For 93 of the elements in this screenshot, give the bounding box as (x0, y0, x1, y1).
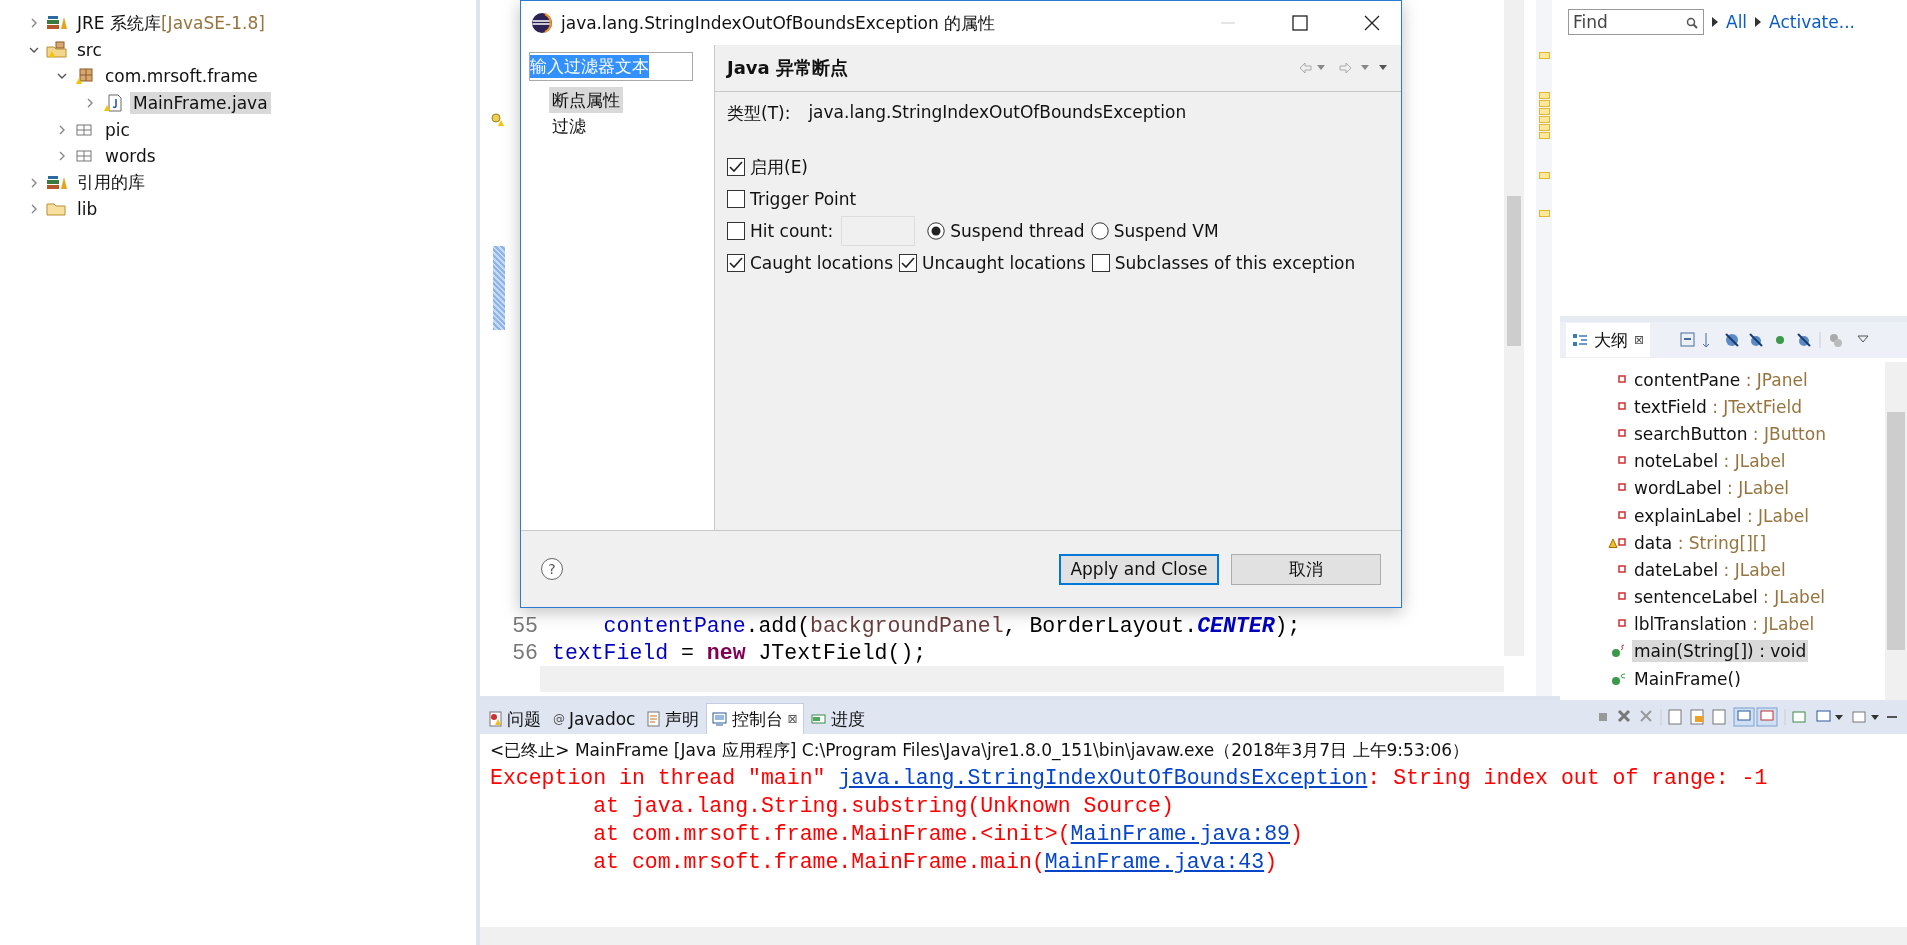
at-sign-icon: @ (553, 712, 565, 726)
outline-item[interactable]: wordLabel : JLabel (1632, 477, 1792, 500)
books-icon (46, 173, 68, 192)
page-item[interactable]: 过滤 (549, 113, 589, 139)
method-icon (1612, 644, 1626, 659)
dialog-button[interactable]: 取消 (1231, 553, 1381, 585)
type-label: 类型(T): (727, 102, 791, 125)
checkbox-label[interactable]: Caught locations (750, 253, 893, 273)
line-number: 55 (511, 613, 539, 638)
search-icon (1686, 17, 1698, 29)
checkbox[interactable] (899, 254, 917, 272)
view-tab[interactable]: 问题 (484, 704, 546, 734)
radio-button[interactable] (927, 222, 946, 240)
checkbox-label[interactable]: Hit count: (750, 221, 834, 241)
navigation-arrows-icon[interactable] (1299, 61, 1389, 75)
scrollbar[interactable] (1885, 362, 1907, 700)
scrollbar[interactable] (480, 927, 1907, 945)
checkbox-label[interactable]: 启用(E) (750, 155, 808, 179)
console-line: at com.mrsoft.frame.MainFrame.<init>(MainFrame.java:89) (592, 821, 1304, 848)
checkbox[interactable] (727, 158, 745, 176)
console-header: <已终止> MainFrame [Java 应用程序] C:\Program Files\Java\jre1.8.0_151\bin\javaw.exe（2018年3月7日 上午9:53:06） (490, 739, 1471, 763)
tree-item[interactable]: JRE 系统库[JavaSE-1.8] (74, 10, 268, 36)
help-icon[interactable]: ? (541, 558, 563, 580)
eclipse-logo-icon (531, 12, 553, 34)
outline-item[interactable]: main(String[]) : void (1632, 640, 1809, 663)
outline-item[interactable]: explainLabel : JLabel (1632, 504, 1811, 527)
constructor-icon (1612, 671, 1626, 686)
tab-title: 大纲 (1594, 328, 1628, 352)
progress-icon (810, 712, 827, 726)
checkbox[interactable] (727, 254, 745, 272)
view-tab[interactable]: 进度 (805, 704, 870, 734)
console-line: at com.mrsoft.frame.MainFrame.main(MainFrame.java:43) (592, 849, 1279, 876)
tree-item[interactable]: words (102, 145, 159, 168)
checkbox[interactable] (727, 222, 745, 240)
lightbulb-icon (491, 113, 505, 127)
tree-item[interactable]: com.mrsoft.frame (102, 65, 261, 88)
outline-item[interactable]: lblTranslation : JLabel (1632, 613, 1817, 636)
outline-item[interactable]: noteLabel : JLabel (1632, 450, 1788, 473)
outline-item[interactable]: sentenceLabel : JLabel (1632, 586, 1828, 609)
radio-label[interactable]: Suspend VM (1113, 221, 1219, 241)
console-icon (712, 712, 729, 726)
outline-item[interactable]: dateLabel : JLabel (1632, 558, 1788, 581)
checkbox-label[interactable]: Uncaught locations (922, 253, 1086, 273)
outline-item[interactable]: data : String[][] (1632, 531, 1769, 554)
window-title: java.lang.StringIndexOutOfBoundsException 的属性 (561, 11, 996, 35)
tree-item[interactable]: src (74, 38, 105, 61)
tree-item[interactable]: MainFrame.java (130, 92, 271, 115)
page-item[interactable]: 断点属性 (549, 87, 623, 113)
checkbox[interactable] (727, 190, 745, 208)
outline-item[interactable]: searchButton : JButton (1632, 422, 1828, 445)
package-icon (74, 67, 96, 86)
folder-package-icon (46, 40, 68, 59)
triangle-icon (1712, 17, 1718, 27)
code-line: textField = new JTextField(); (552, 640, 927, 665)
console-line: at java.lang.String.substring(Unknown Source) (592, 793, 1175, 820)
folder-icon (46, 200, 68, 219)
problems-icon (489, 711, 503, 727)
scrollbar[interactable] (1504, 0, 1524, 656)
dialog-button[interactable]: Apply and Close (1059, 553, 1219, 585)
outline-item[interactable]: textField : JTextField (1632, 395, 1804, 418)
tree-item[interactable]: 引用的库 (74, 170, 148, 196)
view-tab[interactable]: 控制台 ⊠ (706, 703, 804, 734)
checkbox[interactable] (1091, 254, 1110, 272)
filter-link[interactable]: All (1726, 12, 1748, 32)
radio-button[interactable] (1090, 222, 1109, 240)
triangle-icon (1755, 17, 1762, 27)
outline-icon (1572, 332, 1588, 348)
tree-item[interactable]: pic (102, 118, 133, 141)
stack-link[interactable]: MainFrame.java:89 (1070, 822, 1290, 846)
line-number: 56 (511, 640, 539, 665)
find-field[interactable]: Find (1568, 9, 1704, 35)
outline-item[interactable]: contentPane : JPanel (1632, 368, 1810, 391)
stack-link[interactable]: MainFrame.java:43 (1044, 850, 1265, 874)
radio-label[interactable]: Suspend thread (950, 221, 1085, 241)
close-icon[interactable] (1363, 14, 1381, 32)
declaration-icon (647, 711, 662, 727)
java-file-icon (102, 94, 124, 113)
filter-link[interactable]: Activate... (1769, 12, 1855, 32)
close-icon[interactable]: ⊠ (1634, 333, 1645, 347)
checkbox-label[interactable]: Subclasses of this exception (1114, 253, 1356, 273)
tree-item[interactable]: lib (74, 198, 101, 221)
outline-item[interactable]: MainFrame() (1632, 667, 1743, 690)
page-title: Java 异常断点 (727, 56, 848, 80)
view-tab[interactable]: 声明 (642, 704, 705, 734)
close-icon[interactable]: ⊠ (787, 712, 798, 726)
outline-tab[interactable]: 大纲 ⊠ (1566, 323, 1651, 357)
code-line: contentPane.add(backgroundPanel, BorderLayout.CENTER); (602, 613, 1301, 638)
view-tab[interactable]: @ Javadoc (548, 704, 641, 734)
type-value: java.lang.StringIndexOutOfBoundsException (808, 102, 1187, 124)
console-line: Exception in thread "main" java.lang.StringIndexOutOfBoundsException: String index out of range: -1 (490, 765, 1769, 792)
maximize-icon[interactable] (1291, 14, 1309, 32)
stack-link[interactable]: java.lang.StringIndexOutOfBoundsException (838, 766, 1368, 790)
checkbox-label[interactable]: Trigger Point (750, 189, 857, 209)
